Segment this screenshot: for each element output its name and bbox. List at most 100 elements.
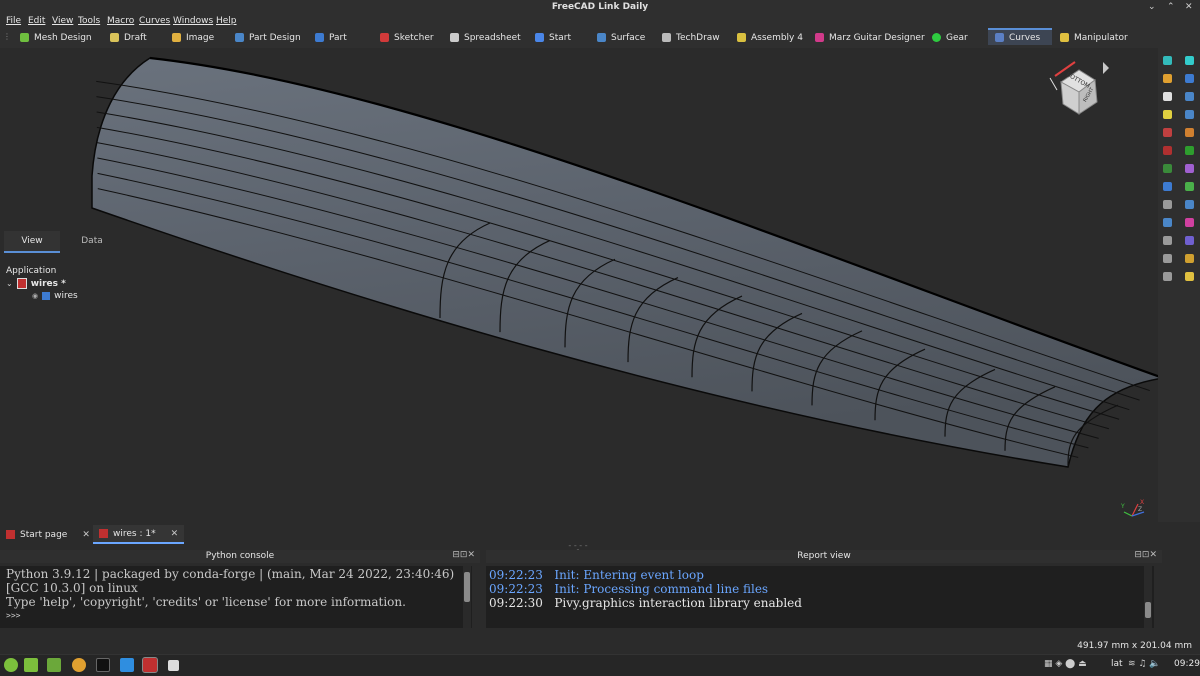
toolbar-tool-icon[interactable] <box>1163 272 1172 281</box>
freecad-icon <box>99 529 108 538</box>
tab-mesh-design[interactable]: Mesh Design <box>20 28 92 47</box>
python-console[interactable]: Python 3.9.12 | packaged by conda-forge … <box>0 566 472 628</box>
splitter-handle[interactable]: - - - - - <box>566 542 590 554</box>
toolbar-tool-icon[interactable] <box>1185 218 1194 227</box>
model-tree: Application ⌄ wires * ◉ wires <box>0 265 200 315</box>
menu-windows[interactable]: Windows <box>173 16 213 26</box>
close-tab-icon[interactable]: ✕ <box>82 530 90 540</box>
console-prompt[interactable]: >>> <box>6 609 454 623</box>
toolbar-tool-icon[interactable] <box>1185 200 1194 209</box>
close-window-icon[interactable]: ✕ <box>1185 2 1193 12</box>
report-view[interactable]: 09:22:23 Init: Entering event loop 09:22… <box>486 566 1154 628</box>
toolbar-tool-icon[interactable] <box>1163 164 1172 173</box>
doc-tab-start-page[interactable]: Start page ✕ <box>6 525 90 544</box>
part-icon <box>315 33 324 42</box>
folder-icon[interactable] <box>47 658 61 672</box>
toolbar-tool-icon[interactable] <box>1163 92 1172 101</box>
toolbar-tool-icon[interactable] <box>1163 56 1172 65</box>
tab-part[interactable]: Part <box>315 28 347 47</box>
menu-help[interactable]: Help <box>216 16 237 26</box>
toolbar-tool-icon[interactable] <box>1163 218 1172 227</box>
doc-tab-wires[interactable]: wires : 1* ✕ <box>93 525 185 544</box>
network-sound-icons[interactable]: ≋ ♫ 🔈 <box>1128 659 1161 669</box>
toolbar-tool-icon[interactable] <box>1163 254 1172 263</box>
tab-manipulator[interactable]: Manipulator <box>1060 28 1128 47</box>
tab-sketcher[interactable]: Sketcher <box>380 28 434 47</box>
tree-item-document[interactable]: ⌄ wires * <box>6 278 66 289</box>
chrome-icon[interactable] <box>72 658 86 672</box>
visibility-eye-icon[interactable]: ◉ <box>32 292 38 300</box>
toolbar-tool-icon[interactable] <box>1163 74 1172 83</box>
menu-tools[interactable]: Tools <box>78 16 100 26</box>
tab-view[interactable]: View <box>4 231 60 253</box>
menu-file[interactable]: File <box>6 16 21 26</box>
tab-data[interactable]: Data <box>64 231 120 251</box>
panel-float-close-icons[interactable]: ⊟⊡✕ <box>452 550 475 560</box>
keyboard-layout[interactable]: lat <box>1111 659 1123 669</box>
part-design-icon <box>235 33 244 42</box>
report-view-title: Report view ⊟⊡✕ <box>486 550 1162 563</box>
mesh-icon <box>20 33 29 42</box>
tab-gear[interactable]: Gear <box>932 28 968 47</box>
navigation-cube[interactable]: BOTTOM RIGHT <box>1045 56 1113 124</box>
toolbar-tool-icon[interactable] <box>1163 110 1172 119</box>
document-icon <box>16 278 27 289</box>
tab-techdraw[interactable]: TechDraw <box>662 28 720 47</box>
report-entry: 09:22:23 Init: Entering event loop <box>489 568 704 582</box>
toolbar-tool-icon[interactable] <box>1185 164 1194 173</box>
menu-edit[interactable]: Edit <box>28 16 45 26</box>
tab-spreadsheet[interactable]: Spreadsheet <box>450 28 521 47</box>
panel-float-close-icons[interactable]: ⊟⊡✕ <box>1134 550 1157 560</box>
scrollbar-thumb[interactable] <box>1145 602 1151 618</box>
right-toolbar <box>1158 48 1200 522</box>
toolbar-tool-icon[interactable] <box>1185 182 1194 191</box>
settings-icon[interactable] <box>168 660 179 671</box>
toolbar-tool-icon[interactable] <box>1163 128 1172 137</box>
toolbar-tool-icon[interactable] <box>1185 254 1194 263</box>
vscode-icon[interactable] <box>120 658 134 672</box>
axis-y-label: Y <box>1121 503 1125 510</box>
tab-assembly-4[interactable]: Assembly 4 <box>737 28 803 47</box>
maximize-icon[interactable]: ⌃ <box>1167 2 1175 12</box>
toolbar-tool-icon[interactable] <box>1185 236 1194 245</box>
python-console-title: Python console ⊟⊡✕ <box>0 550 480 563</box>
start-menu-icon[interactable] <box>4 658 18 672</box>
console-scrollbar[interactable] <box>463 566 471 628</box>
tab-marz-guitar-designer[interactable]: Marz Guitar Designer <box>815 28 925 47</box>
terminal-icon[interactable] <box>96 658 110 672</box>
toolbar-tool-icon[interactable] <box>1163 182 1172 191</box>
toolbar-tool-icon[interactable] <box>1163 146 1172 155</box>
toolbar-tool-icon[interactable] <box>1163 236 1172 245</box>
tab-image[interactable]: Image <box>172 28 214 47</box>
close-tab-icon[interactable]: ✕ <box>171 529 179 539</box>
tab-surface[interactable]: Surface <box>597 28 645 47</box>
tab-start[interactable]: Start <box>535 28 571 47</box>
axis-triad: Y Z X <box>1120 499 1148 518</box>
toolbar-tool-icon[interactable] <box>1185 272 1194 281</box>
toolbar-tool-icon[interactable] <box>1185 74 1194 83</box>
assembly-icon <box>737 33 746 42</box>
menu-macro[interactable]: Macro <box>107 16 134 26</box>
toolbar-tool-icon[interactable] <box>1185 146 1194 155</box>
files-icon[interactable] <box>24 658 38 672</box>
menu-curves[interactable]: Curves <box>139 16 170 26</box>
tab-draft[interactable]: Draft <box>110 28 147 47</box>
image-icon <box>172 33 181 42</box>
toolbar-tool-icon[interactable] <box>1185 128 1194 137</box>
tray-icons[interactable]: ▦ ◈ ⬤ ⏏ <box>1044 659 1087 669</box>
axis-x-label: X <box>1140 499 1145 506</box>
menu-view[interactable]: View <box>52 16 73 26</box>
tab-part-design[interactable]: Part Design <box>235 28 301 47</box>
toolbar-tool-icon[interactable] <box>1185 110 1194 119</box>
clock: 09:29 <box>1174 659 1200 669</box>
minimize-icon[interactable]: ⌄ <box>1148 2 1156 12</box>
chevron-down-icon[interactable]: ⌄ <box>6 279 13 288</box>
freecad-taskbar-icon[interactable] <box>142 657 158 673</box>
scrollbar-thumb[interactable] <box>464 572 470 602</box>
tree-item-wires[interactable]: ◉ wires <box>32 291 78 301</box>
toolbar-tool-icon[interactable] <box>1163 200 1172 209</box>
toolbar-tool-icon[interactable] <box>1185 56 1194 65</box>
tab-curves[interactable]: Curves <box>988 28 1052 45</box>
report-scrollbar[interactable] <box>1144 566 1152 628</box>
toolbar-tool-icon[interactable] <box>1185 92 1194 101</box>
